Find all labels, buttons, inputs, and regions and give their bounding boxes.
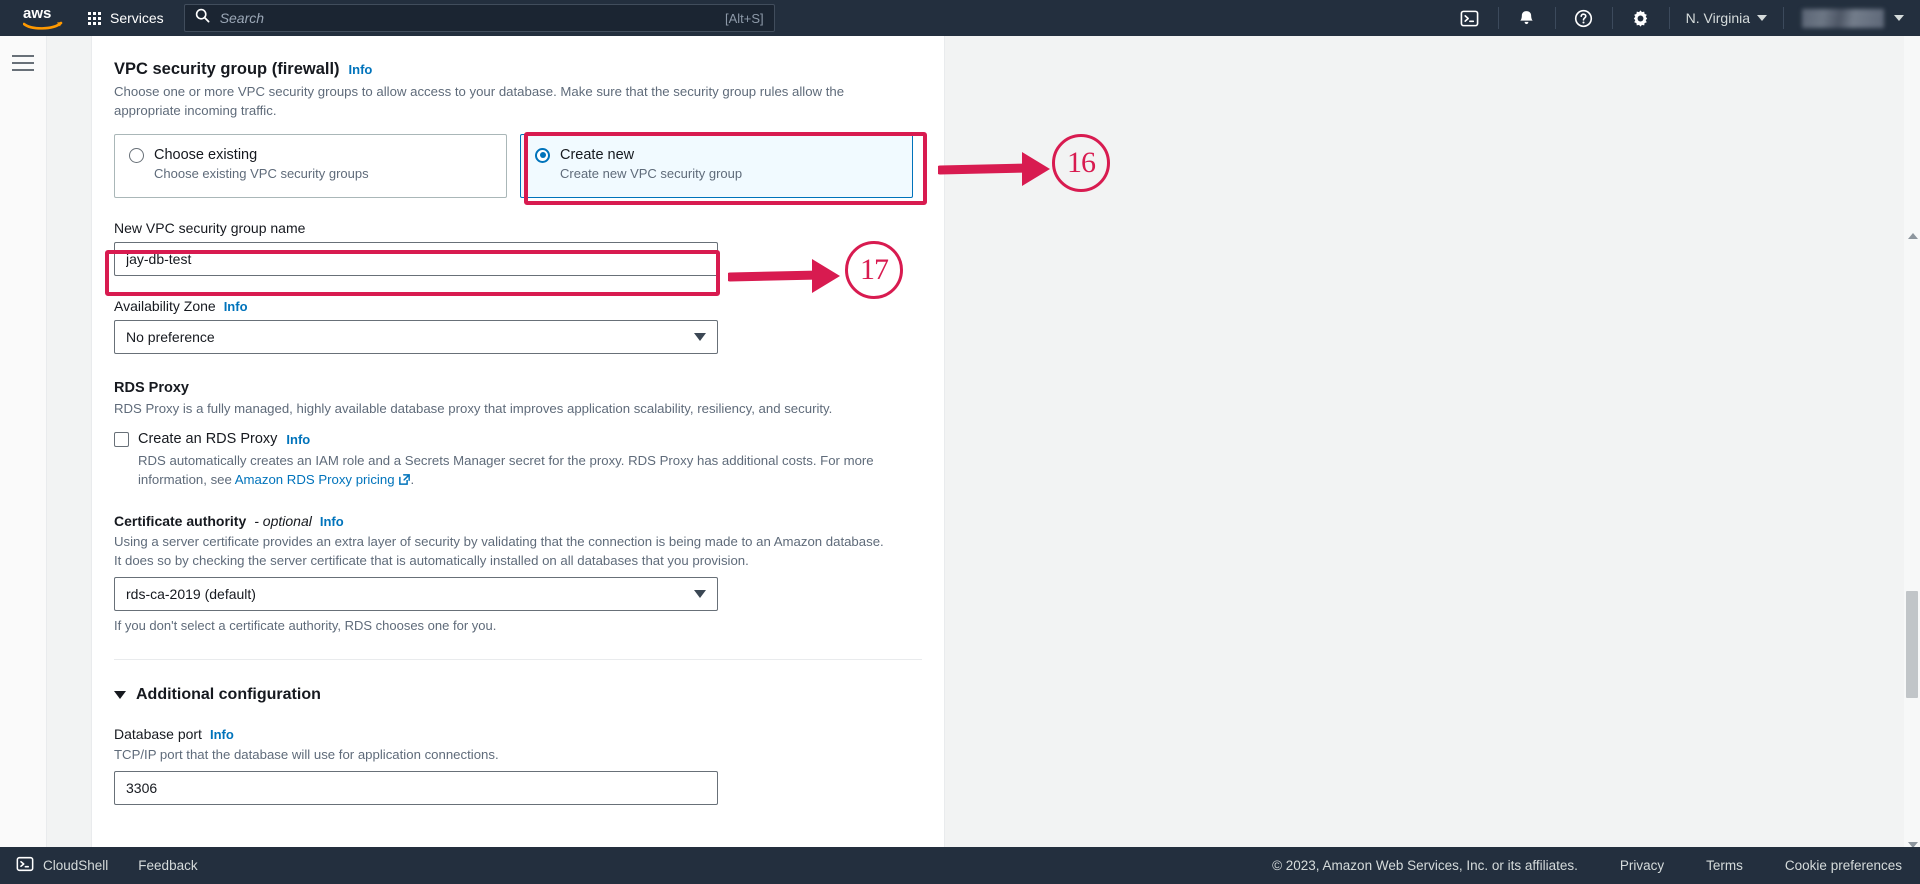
hamburger-menu-icon[interactable] (12, 55, 34, 71)
privacy-link[interactable]: Privacy (1620, 858, 1664, 873)
rds-proxy-help-text-part2: . (410, 472, 415, 488)
availability-zone-value: No preference (126, 329, 215, 346)
section-divider (114, 658, 922, 660)
info-link-database-port[interactable]: Info (210, 727, 234, 742)
bell-icon[interactable] (1499, 0, 1555, 36)
search-icon (195, 8, 210, 28)
new-sg-name-input[interactable] (114, 242, 718, 277)
cloudshell-button[interactable]: CloudShell (16, 855, 108, 876)
grid-icon (88, 11, 101, 25)
additional-configuration-toggle[interactable]: Additional configuration (114, 686, 922, 704)
search-shortcut-hint: [Alt+S] (725, 10, 764, 26)
checkbox-icon-create-rds-proxy[interactable] (114, 431, 129, 447)
chevron-down-icon (694, 589, 706, 598)
new-sg-name-label: New VPC security group name (114, 220, 922, 236)
page-scrollbar[interactable] (1904, 36, 1920, 848)
cloudshell-icon[interactable] (1442, 0, 1498, 36)
feedback-link[interactable]: Feedback (138, 858, 197, 873)
account-name-redacted (1802, 8, 1884, 28)
database-port-description: TCP/IP port that the database will use f… (114, 746, 499, 762)
cloudshell-icon (16, 855, 34, 876)
help-icon[interactable] (1556, 0, 1612, 36)
cookie-preferences-link[interactable]: Cookie preferences (1785, 858, 1902, 873)
services-menu-button[interactable]: Services (74, 0, 176, 36)
annotation-marker-16: 16 (1052, 134, 1110, 192)
radio-tile-title: Choose existing (154, 147, 258, 164)
chevron-down-icon (114, 690, 126, 699)
search-input[interactable] (219, 10, 718, 26)
scroll-up-arrow-icon[interactable] (1908, 233, 1918, 239)
cloudshell-label: CloudShell (43, 858, 109, 873)
info-link-certificate-authority[interactable]: Info (320, 514, 344, 529)
radio-tile-subtitle: Create new VPC security group (560, 166, 743, 182)
certificate-authority-value: rds-ca-2019 (default) (126, 585, 256, 602)
availability-zone-label: Availability Zone Info (114, 298, 922, 314)
availability-zone-label-text: Availability Zone (114, 298, 216, 315)
chevron-down-icon (694, 333, 706, 342)
left-rail-spacer (47, 36, 92, 884)
radio-tile-title: Create new (560, 147, 635, 164)
certificate-authority-select[interactable]: rds-ca-2019 (default) (114, 576, 718, 611)
annotation-arrow-16 (938, 152, 1050, 186)
svg-text:aws: aws (23, 5, 51, 22)
radio-tile-create-new[interactable]: Create new Create new VPC security group (520, 134, 913, 199)
rds-proxy-checkbox-label: Create an RDS Proxy (138, 431, 278, 448)
additional-configuration-title: Additional configuration (136, 685, 321, 703)
radio-icon-create-new[interactable] (535, 147, 550, 163)
copyright-text: © 2023, Amazon Web Services, Inc. or its… (1272, 858, 1578, 873)
certificate-authority-description: Using a server certificate provides an e… (114, 534, 884, 569)
chevron-down-icon (1757, 15, 1767, 21)
left-rail (0, 36, 47, 884)
region-label: N. Virginia (1685, 10, 1750, 26)
certificate-authority-hint: If you don't select a certificate author… (114, 617, 497, 633)
certificate-authority-label-text: Certificate authority (114, 513, 247, 530)
account-menu[interactable] (1784, 0, 1920, 36)
certificate-authority-optional-tag: - optional (254, 513, 312, 530)
global-search-bar[interactable]: [Alt+S] (183, 4, 775, 32)
vpc-security-group-description: Choose one or more VPC security groups t… (114, 84, 845, 118)
rds-proxy-heading: RDS Proxy (114, 380, 189, 397)
radio-tile-choose-existing[interactable]: Choose existing Choose existing VPC secu… (114, 134, 507, 199)
rds-proxy-description: RDS Proxy is a fully managed, highly ava… (114, 401, 833, 417)
region-selector[interactable]: N. Virginia (1670, 0, 1783, 36)
rds-proxy-checkbox-row[interactable]: Create an RDS Proxy Info (114, 431, 922, 447)
database-port-input[interactable] (114, 770, 718, 805)
vpc-security-group-heading: VPC security group (firewall) Info (114, 36, 922, 79)
top-navigation-bar: aws Services [Alt+S] (0, 0, 1920, 36)
info-link-rds-proxy[interactable]: Info (286, 432, 310, 447)
scrollbar-thumb[interactable] (1906, 591, 1918, 698)
external-link-icon (398, 472, 411, 491)
terms-link[interactable]: Terms (1706, 858, 1743, 873)
annotation-number: 16 (1067, 146, 1096, 179)
certificate-authority-label: Certificate authority - optional Info (114, 513, 922, 529)
rds-proxy-help-text: RDS automatically creates an IAM role an… (138, 451, 898, 491)
new-sg-name-label-text: New VPC security group name (114, 220, 306, 237)
radio-icon-choose-existing[interactable] (129, 147, 144, 163)
form-content-panel: VPC security group (firewall) Info Choos… (92, 36, 945, 847)
database-port-label-text: Database port (114, 725, 202, 742)
aws-logo[interactable]: aws (12, 0, 74, 36)
footer-bar: CloudShell Feedback © 2023, Amazon Web S… (0, 847, 1920, 884)
services-label: Services (110, 10, 164, 26)
nav-right-group: N. Virginia (1442, 0, 1920, 36)
chevron-down-icon (1894, 15, 1904, 21)
availability-zone-select[interactable]: No preference (114, 320, 718, 355)
footer-right-group: © 2023, Amazon Web Services, Inc. or its… (1272, 858, 1920, 873)
gear-icon[interactable] (1613, 0, 1669, 36)
database-port-label: Database port Info (114, 726, 922, 742)
info-link-vpc-security-group[interactable]: Info (349, 62, 373, 77)
amazon-rds-proxy-pricing-link[interactable]: Amazon RDS Proxy pricing (235, 472, 395, 487)
radio-tile-subtitle: Choose existing VPC security groups (154, 166, 369, 182)
info-link-availability-zone[interactable]: Info (224, 299, 248, 314)
vpc-security-group-title: VPC security group (firewall) (114, 60, 340, 78)
vpc-security-group-options: Choose existing Choose existing VPC secu… (114, 134, 922, 199)
